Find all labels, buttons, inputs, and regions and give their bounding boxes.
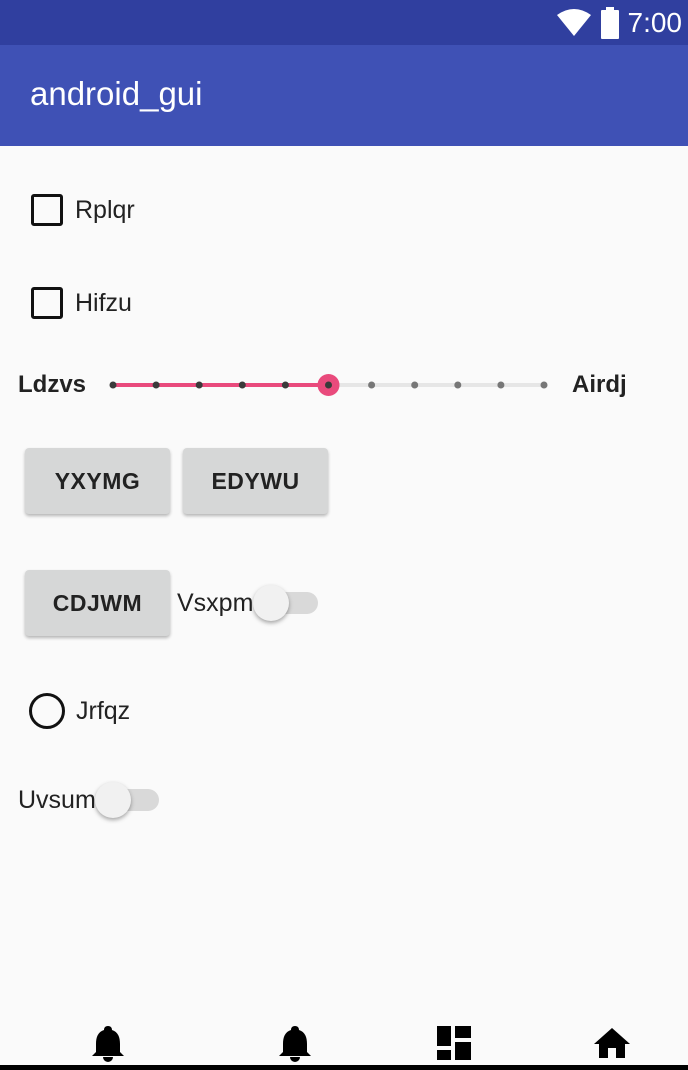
wifi-icon [556,9,591,36]
switch-thumb[interactable] [95,782,131,818]
seekbar-tick [109,381,117,389]
slider-min-label: Ldzvs [18,371,87,398]
checkbox-rplqr[interactable]: Rplqr [31,194,135,226]
seekbar-tick [454,381,462,389]
app-title: android_gui [30,75,203,112]
checkbox-label: Hifzu [75,288,132,317]
seekbar-tick [540,381,548,389]
radio-label: Jrfqz [76,696,131,725]
seekbar-tick [238,381,246,389]
status-time: 7:00 [627,7,683,38]
bell-icon[interactable] [279,1026,311,1062]
bell-icon[interactable] [92,1026,124,1062]
seekbar-tick [497,381,505,389]
edywu-button[interactable]: EDYWU [183,448,328,514]
cdjwm-button[interactable]: CDJWM [25,570,170,636]
dashboard-icon[interactable] [437,1026,471,1060]
status-icons: 7:00 [556,6,683,40]
switch-label: Vsxpm [177,589,254,617]
switch-thumb[interactable] [253,585,289,621]
checkbox-label: Rplqr [75,195,135,224]
app-bar: android_gui [0,45,688,146]
seekbar-tick [281,381,289,389]
slider-max-label: Airdj [572,371,627,398]
home-icon[interactable] [594,1026,630,1060]
radio-circle[interactable] [29,693,65,729]
switch-label: Uvsum [18,786,96,814]
checkbox-hifzu[interactable]: Hifzu [31,287,132,319]
radio-jrfqz[interactable]: Jrfqz [29,693,130,729]
nav-bar-edge [0,1065,688,1070]
seekbar-tick [411,381,419,389]
seekbar[interactable] [100,368,560,402]
checkbox-box[interactable] [31,287,63,319]
seekbar-tick [195,381,203,389]
status-bar: 7:00 [0,0,688,45]
checkbox-box[interactable] [31,194,63,226]
seekbar-tick [368,381,376,389]
seekbar-thumb-tick [325,381,332,389]
seekbar-tick [152,381,160,389]
battery-icon [600,7,619,39]
yxymg-button[interactable]: YXYMG [25,448,170,514]
bottom-navigation [0,1010,688,1070]
